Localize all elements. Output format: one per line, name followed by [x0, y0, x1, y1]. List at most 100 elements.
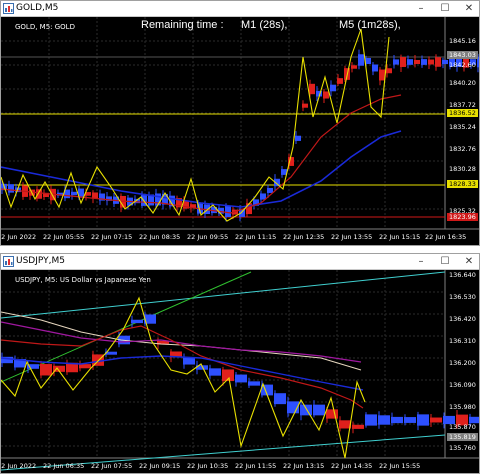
candle [393, 59, 399, 65]
usdjpy-chart-canvas[interactable]: USDJPY, M5: US Dollar vs Japanese Yen 13… [1, 270, 479, 473]
candle [267, 187, 273, 193]
candle [92, 192, 98, 199]
yellow-price-tag: 1836.52 [447, 109, 478, 117]
zigzag-indicator [1, 28, 390, 222]
time-tick: 22 Jun 07:15 [91, 233, 133, 241]
candle [218, 207, 224, 214]
red-price-tag: 1823.96 [447, 213, 478, 221]
candle [339, 420, 351, 429]
time-tick: 22 Jun 08:35 [139, 233, 181, 241]
gold-window-title: GOLD,M5 [16, 3, 59, 13]
candle [337, 78, 343, 84]
candle [442, 59, 448, 65]
m1-remaining-label: M1 (28s), [241, 19, 288, 31]
candle [407, 59, 413, 65]
candle [404, 417, 416, 423]
maximize-icon[interactable]: ☐ [437, 255, 453, 269]
time-tick: 22 Jun 12:35 [283, 233, 325, 241]
candle [313, 404, 325, 416]
close-icon[interactable]: ✕ [461, 255, 477, 269]
candle [435, 57, 441, 67]
time-tick: 22 Jun 11:15 [235, 233, 277, 241]
remaining-time-label: Remaining time : [141, 19, 224, 31]
candle [330, 84, 336, 92]
candle [295, 135, 301, 141]
chart-window-icon [3, 256, 14, 267]
candle [351, 65, 357, 69]
zigzag-indicator [1, 296, 366, 459]
time-tick: 22 Jun 2022 [0, 233, 37, 241]
price-tick: 136.200 [449, 359, 476, 367]
bottom-price-tag: 1828.33 [447, 180, 478, 188]
usdjpy-symbol-label: USDJPY, M5: US Dollar vs Japanese Yen [15, 276, 151, 284]
time-tick: 22 Jun 05:55 [43, 233, 85, 241]
time-tick: 22 Jun 11:55 [235, 462, 277, 470]
gold-window-titlebar[interactable]: GOLD,M5 – ☐ ✕ [1, 1, 479, 17]
time-tick: 22 Jun 10:35 [187, 462, 229, 470]
candle [131, 319, 143, 324]
price-tick: 136.420 [449, 315, 476, 323]
candle [378, 415, 390, 425]
candle [428, 59, 434, 65]
price-tick: 1845.16 [449, 37, 476, 45]
time-tick: 22 Jun 15:15 [379, 233, 421, 241]
candle [323, 91, 329, 99]
candle [225, 205, 231, 218]
time-tick: 22 Jun 13:15 [283, 462, 325, 470]
chart-window-icon [3, 3, 14, 14]
candle [414, 59, 420, 65]
usdjpy-window-title: USDJPY,M5 [16, 256, 65, 266]
price-tick: 1835.24 [449, 123, 476, 131]
candle [391, 416, 403, 424]
candle [400, 57, 406, 67]
gold-chart-canvas[interactable]: GOLD, M5: GOLD Remaining time : M1 (28s)… [1, 17, 479, 245]
candle [352, 424, 364, 429]
gold-symbol-label: GOLD, M5: GOLD [15, 23, 75, 31]
candle [372, 64, 378, 72]
price-tick: 136.090 [449, 381, 476, 389]
candle [421, 59, 427, 65]
candle [274, 393, 286, 405]
close-icon[interactable]: ✕ [461, 2, 477, 16]
usdjpy-chart-window[interactable]: USDJPY,M5 – ☐ ✕ USDJPY, M5: US Dollar vs… [0, 253, 480, 474]
candle [309, 83, 315, 95]
candle [79, 364, 91, 369]
time-tick: 22 Jun 15:55 [379, 462, 421, 470]
price-tick: 135.760 [449, 444, 476, 452]
time-tick: 22 Jun 07:55 [91, 462, 133, 470]
time-tick: 22 Jun 2022 [0, 462, 37, 470]
gold-price-plot[interactable] [1, 17, 479, 245]
candle [379, 69, 385, 81]
usdjpy-window-titlebar[interactable]: USDJPY,M5 – ☐ ✕ [1, 254, 479, 270]
time-tick: 22 Jun 09:15 [139, 462, 181, 470]
candle [302, 103, 308, 108]
candle [365, 414, 377, 426]
usdjpy-price-plot[interactable] [1, 270, 479, 473]
candle [8, 184, 14, 193]
gold-chart-window[interactable]: GOLD,M5 – ☐ ✕ GOLD, M5: GOLD Remaining t… [0, 0, 480, 246]
time-tick: 22 Jun 09:55 [187, 233, 229, 241]
candle [386, 68, 392, 74]
maximize-icon[interactable]: ☐ [437, 2, 453, 16]
candle [430, 417, 442, 423]
price-tick: 1830.28 [449, 165, 476, 173]
price-tick: 136.640 [449, 271, 476, 279]
upper-price-tag: 1843.03 [447, 51, 478, 59]
price-tick: 135.870 [449, 423, 476, 431]
price-tick: 1840.20 [449, 79, 476, 87]
minimize-icon[interactable]: – [413, 2, 429, 16]
price-tick: 136.530 [449, 293, 476, 301]
price-tick: 1837.72 [449, 101, 476, 109]
candle [36, 189, 42, 199]
candle [417, 414, 429, 426]
price-tick: 1832.76 [449, 145, 476, 153]
candle [71, 191, 77, 196]
time-tick: 22 Jun 14:35 [331, 462, 373, 470]
candle [248, 381, 260, 386]
minimize-icon[interactable]: – [413, 255, 429, 269]
pale-moving-average [1, 311, 362, 371]
candle [183, 357, 195, 365]
time-tick: 22 Jun 13:55 [331, 233, 373, 241]
time-tick: 22 Jun 16:35 [425, 233, 467, 241]
price-tick: 135.980 [449, 403, 476, 411]
